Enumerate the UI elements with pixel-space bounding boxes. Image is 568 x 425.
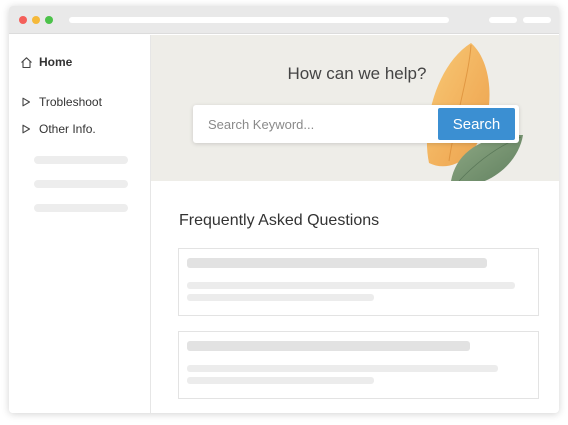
sidebar-placeholder: [34, 180, 128, 188]
sidebar-item-trobleshoot[interactable]: Trobleshoot: [19, 93, 102, 111]
close-window-dot[interactable]: [19, 16, 27, 24]
sidebar-item-label: Trobleshoot: [39, 95, 102, 109]
sidebar-item-home[interactable]: Home: [19, 53, 72, 71]
browser-window: Home Trobleshoot Other Info. How can we …: [9, 6, 559, 413]
sidebar-placeholder: [34, 204, 128, 212]
sidebar-placeholder: [34, 156, 128, 164]
faq-answer-placeholder: [187, 294, 374, 301]
faq-item[interactable]: [178, 331, 539, 399]
faq-question-placeholder: [187, 258, 487, 268]
faq-question-placeholder: [187, 341, 470, 351]
sidebar-item-label: Home: [39, 55, 73, 69]
toolbar-placeholder-2: [523, 17, 551, 23]
maximize-window-dot[interactable]: [45, 16, 53, 24]
faq-answer-placeholder: [187, 365, 498, 372]
faq-answer-placeholder: [187, 282, 515, 289]
title-bar: [9, 6, 559, 34]
faq-item[interactable]: [178, 248, 539, 316]
hero-title: How can we help?: [287, 64, 427, 83]
faq-title: Frequently Asked Questions: [179, 212, 380, 229]
search-button[interactable]: Search: [438, 108, 515, 140]
toolbar-placeholder-1: [489, 17, 517, 23]
sidebar-item-label: Other Info.: [39, 122, 96, 136]
triangle-right-icon: [19, 95, 33, 109]
sidebar: Home Trobleshoot Other Info.: [9, 35, 151, 413]
hero-banner: How can we help? Search: [151, 35, 559, 181]
triangle-right-icon: [19, 122, 33, 136]
search-input[interactable]: [193, 105, 433, 143]
sidebar-item-other-info[interactable]: Other Info.: [19, 120, 96, 138]
address-bar[interactable]: [69, 17, 449, 23]
search-box: Search: [193, 105, 519, 143]
minimize-window-dot[interactable]: [32, 16, 40, 24]
home-icon: [19, 55, 33, 69]
faq-answer-placeholder: [187, 377, 374, 384]
